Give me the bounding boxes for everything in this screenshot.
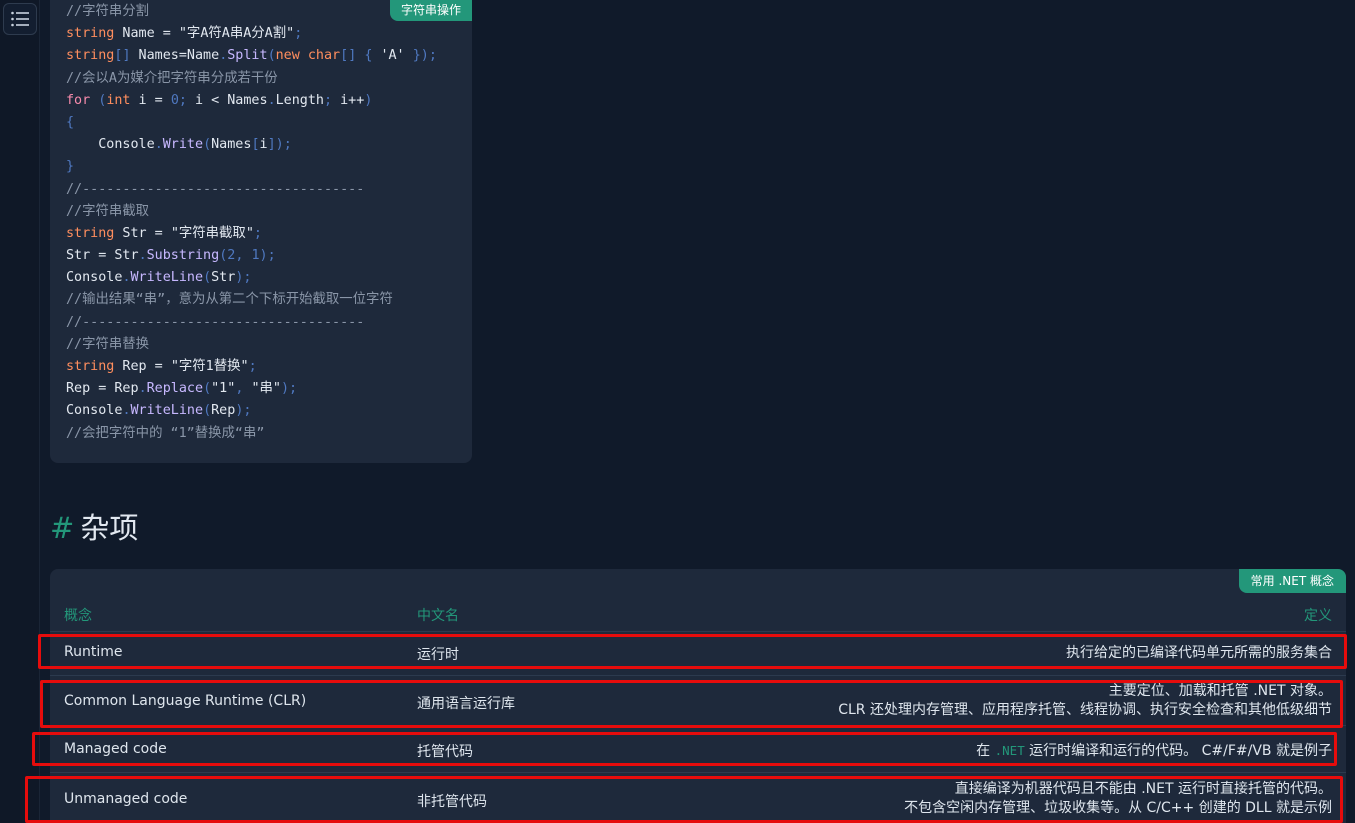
code-line: Rep = Rep.Replace("1", "串"); — [66, 381, 298, 397]
code-line: for (int i = 0; i < Names.Length; i++) — [66, 92, 373, 108]
code-line: //字符串替换 — [66, 336, 150, 352]
cell-definition: 主要定位、加载和托管 .NET 对象。 CLR 还处理内存管理、应用程序托管、线… — [838, 682, 1332, 720]
definition-line: 直接编译为机器代码且不能由 .NET 运行时直接托管的代码。 — [954, 781, 1332, 797]
code-line: //输出结果“串”，意为从第二个下标开始截取一位字符 — [66, 292, 393, 308]
table-tag: 常用 .NET 概念 — [1238, 569, 1346, 593]
code-line: //会把字符中的 “1”替换成“串” — [66, 425, 265, 441]
code-line: //字符串截取 — [66, 203, 150, 219]
cell-chinese: 通用语言运行库 — [417, 696, 515, 712]
header-chinese: 中文名 — [417, 608, 459, 624]
cell-definition: 直接编译为机器代码且不能由 .NET 运行时直接托管的代码。 不包含空闲内存管理… — [904, 780, 1332, 818]
list-icon — [11, 11, 29, 27]
code-line: string Name = "字A符A串A分A割"; — [66, 26, 303, 42]
cell-chinese: 非托管代码 — [417, 794, 487, 810]
header-definition: 定义 — [1304, 608, 1332, 624]
code-line: Console.WriteLine(Rep); — [66, 403, 252, 419]
code-line: string[] Names=Name.Split(new char[] { '… — [66, 48, 437, 64]
heading-anchor[interactable]: # — [50, 511, 74, 545]
inline-code: .NET — [994, 743, 1025, 758]
cell-definition: 执行给定的已编译代码单元所需的服务集合 — [1066, 645, 1332, 661]
definition-line: 不包含空闲内存管理、垃圾收集等。从 C/C++ 创建的 DLL 就是示例 — [904, 800, 1332, 816]
code-line: { — [66, 114, 75, 130]
table-row: Unmanaged code 非托管代码 直接编译为机器代码且不能由 .NET … — [50, 772, 1346, 823]
table-row: Managed code 托管代码 在 .NET 运行时编译和运行的代码。 C#… — [50, 725, 1346, 772]
code-block: 字符串操作 //字符串分割 string Name = "字A符A串A分A割"; s… — [50, 0, 472, 463]
cell-concept: Common Language Runtime (CLR) — [64, 693, 307, 709]
cell-concept: Unmanaged code — [64, 791, 188, 807]
code-line: //----------------------------------- — [66, 181, 365, 197]
heading-text: 杂项 — [80, 511, 139, 545]
concepts-table: 常用 .NET 概念 概念 中文名 定义 Runtime 运行时 执行给定的已编… — [50, 569, 1346, 823]
definition-text: 运行时编译和运行的代码。 C#/F#/VB 就是例子 — [1024, 743, 1332, 759]
code-line: Console.Write(Names[i]); — [66, 137, 292, 153]
code-line: } — [66, 159, 75, 175]
cell-concept: Runtime — [64, 644, 123, 660]
definition-line: 主要定位、加载和托管 .NET 对象。 — [1108, 683, 1332, 699]
table-row: Common Language Runtime (CLR) 通用语言运行库 主要… — [50, 675, 1346, 725]
cell-concept: Managed code — [64, 741, 167, 757]
definition-line: CLR 还处理内存管理、应用程序托管、线程协调、执行安全检查和其他低级细节 — [838, 702, 1332, 718]
header-concept: 概念 — [64, 608, 92, 624]
table-header: 概念 中文名 定义 — [50, 599, 1346, 629]
cell-chinese: 运行时 — [417, 647, 459, 663]
code-line: Str = Str.Substring(2, 1); — [66, 248, 276, 264]
code-line: string Str = "字符串截取"; — [66, 225, 262, 241]
sidebar-strip — [0, 0, 40, 823]
code-line: //会以A为媒介把字符串分成若干份 — [66, 70, 278, 86]
code-line: //字符串分割 — [66, 4, 150, 19]
definition-text: 在 — [976, 743, 995, 759]
table-row: Runtime 运行时 执行给定的已编译代码单元所需的服务集合 — [50, 631, 1346, 675]
cell-chinese: 托管代码 — [417, 744, 473, 760]
section-heading: # 杂项 — [50, 508, 138, 548]
cell-definition: 在 .NET 运行时编译和运行的代码。 C#/F#/VB 就是例子 — [976, 741, 1332, 761]
code-line: //----------------------------------- — [66, 314, 365, 330]
toc-toggle-button[interactable] — [3, 3, 37, 35]
code-line: string Rep = "字符1替换"; — [66, 359, 257, 374]
code-lines: //字符串分割 string Name = "字A符A串A分A割"; string[… — [66, 1, 437, 445]
code-line: Console.WriteLine(Str); — [66, 270, 252, 286]
